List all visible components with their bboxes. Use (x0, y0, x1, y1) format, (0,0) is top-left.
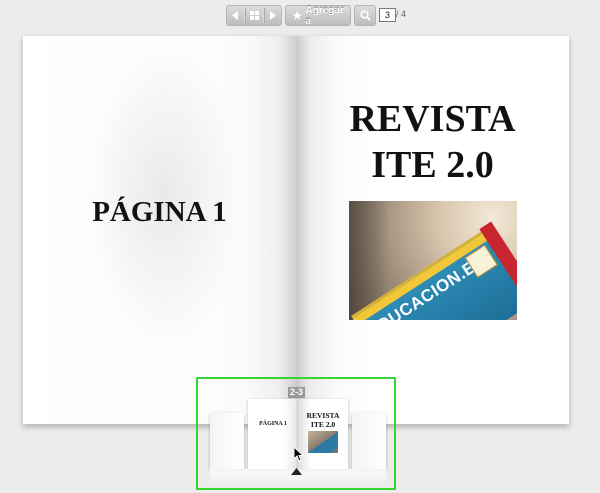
star-icon (292, 10, 303, 20)
page-number-input[interactable]: 3 (379, 8, 396, 22)
left-page[interactable]: PÁGINA 1 (23, 36, 296, 424)
next-page-button[interactable] (264, 6, 281, 25)
book-spread: PÁGINA 1 REVISTA ITE 2.0 EDUCACION.ES (23, 36, 569, 424)
add-favorite-label: Agregar a (305, 4, 344, 27)
chevron-right-icon (269, 11, 276, 20)
magazine-title: REVISTA ITE 2.0 (296, 96, 569, 188)
thumbnails-button[interactable] (245, 6, 262, 25)
grid-icon (249, 11, 259, 20)
search-button[interactable] (354, 5, 376, 26)
chevron-left-icon (232, 11, 239, 20)
thumbnail-photo (308, 431, 338, 453)
magazine-title-line2: ITE 2.0 (371, 144, 494, 186)
thumbnail-title: REVISTA ITE 2.0 (298, 411, 348, 429)
thumbnail-title-line1: REVISTA (306, 411, 340, 420)
prev-page-button[interactable] (227, 6, 244, 25)
right-page[interactable]: REVISTA ITE 2.0 EDUCACION.ES (296, 36, 569, 424)
navigation-group (226, 5, 282, 26)
thumbnail-label: PÁGINA 1 (259, 421, 287, 427)
thumbnail-strip: 2-3 PÁGINA 1 REVISTA ITE 2.0 (196, 377, 396, 490)
thumbnail-page-4[interactable] (352, 413, 386, 469)
mouse-pointer-icon (294, 447, 304, 462)
caret-up-icon (291, 468, 302, 475)
thumbnail-title-line2: ITE 2.0 (310, 420, 336, 429)
cover-photo: EDUCACION.ES (349, 201, 517, 320)
top-toolbar: Agregar a 3 / 4 (0, 5, 600, 27)
thumbnail-page-3[interactable]: REVISTA ITE 2.0 (298, 399, 348, 469)
left-page-title: PÁGINA 1 (92, 196, 227, 228)
add-favorite-button[interactable]: Agregar a (285, 4, 351, 27)
thumbnail-page-2[interactable]: PÁGINA 1 (248, 399, 298, 469)
search-icon (359, 10, 371, 21)
magazine-title-line1: REVISTA (349, 98, 516, 140)
thumbnail-page-1[interactable] (210, 413, 244, 469)
thumbnail-page-indicator: 2-3 (288, 387, 306, 398)
page-total: / 4 (396, 9, 407, 19)
